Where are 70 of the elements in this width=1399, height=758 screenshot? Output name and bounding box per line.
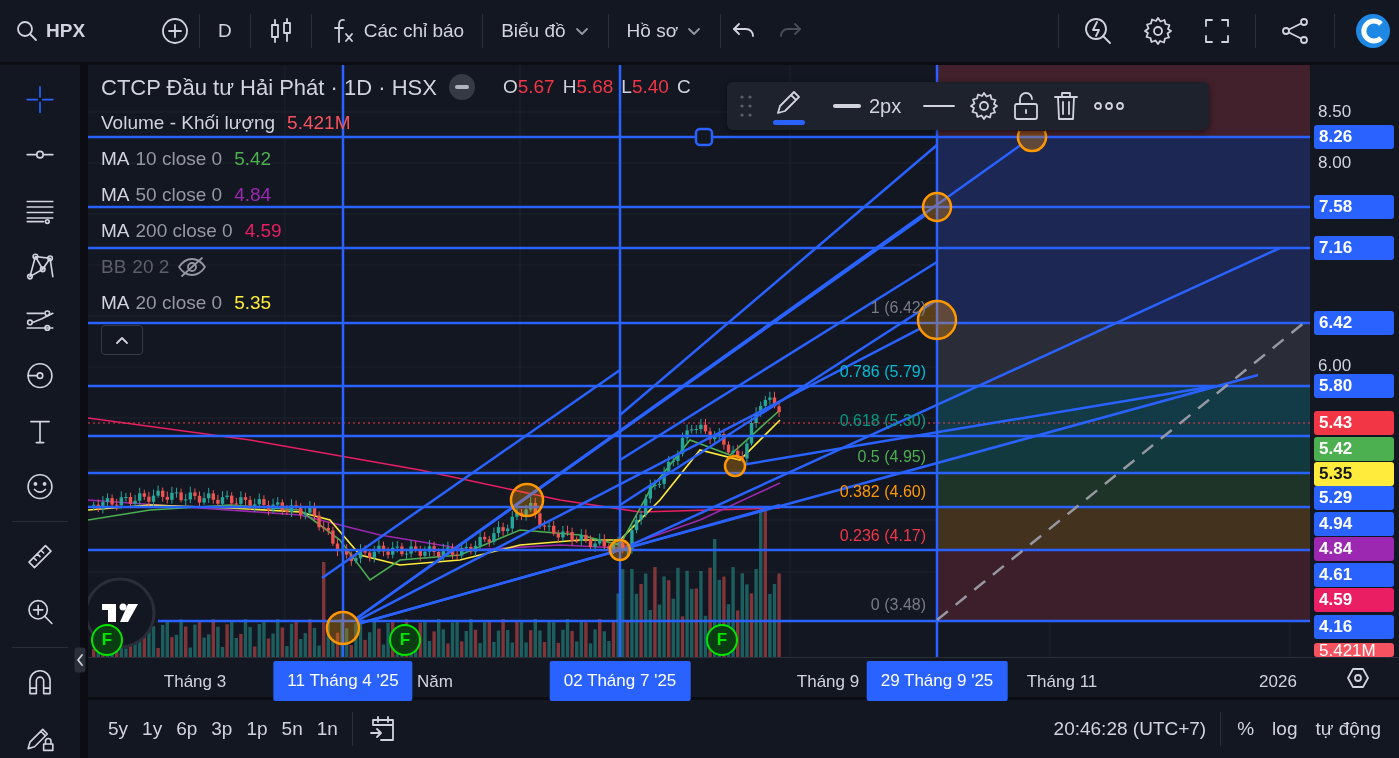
dropdown-menu-button[interactable]: Biểu đồ — [493, 10, 598, 52]
study-name: BB — [101, 254, 127, 279]
study-params: 200 close 0 — [135, 218, 233, 243]
time-label: 11 Tháng 4 '25 — [273, 661, 413, 701]
range-button[interactable]: 1p — [240, 710, 274, 748]
indicators-button[interactable]: Các chỉ báo — [321, 10, 473, 52]
price-badge: 6.42 — [1314, 311, 1394, 335]
range-button[interactable]: 1y — [136, 710, 169, 748]
time-label: Tháng 9 — [795, 671, 861, 693]
price-badge: 7.16 — [1314, 236, 1394, 260]
chart-title: CTCP Đầu tư Hải Phát · 1D · HSX — [101, 73, 437, 102]
study-name: MA — [101, 218, 130, 243]
time-label: 29 Tháng 9 '25 — [866, 661, 1008, 701]
study-name: MA — [101, 290, 130, 315]
time-label: Năm — [416, 671, 454, 693]
time-label: Tháng 11 — [1025, 671, 1099, 693]
event-marker[interactable]: F — [706, 624, 738, 656]
range-button[interactable]: 5y — [102, 710, 135, 748]
price-badge: 4.16 — [1314, 615, 1394, 639]
price-badge: 5.80 — [1314, 374, 1394, 398]
price-badge: 4.61 — [1314, 563, 1394, 587]
price-badge: 5.43 — [1314, 411, 1394, 435]
ohlc-value: O5.67 — [502, 74, 555, 99]
study-value: 5.35 — [234, 290, 272, 315]
price-badge: 8.26 — [1314, 125, 1394, 149]
price-badge: 4.59 — [1314, 588, 1394, 612]
fib-level-label: 0.786 (5.79) — [839, 362, 926, 382]
scale-button[interactable]: % — [1229, 710, 1263, 748]
ohlc-value: H5.68 — [562, 74, 614, 99]
price-badge: 5.42 — [1314, 437, 1394, 461]
study-params: 20 close 0 — [135, 290, 223, 315]
timezone-button[interactable]: 20:46:28 (UTC+7) — [1047, 710, 1213, 748]
study-name: MA — [101, 182, 130, 207]
scale-button[interactable]: tự động — [1307, 710, 1389, 748]
event-marker[interactable]: F — [389, 624, 421, 656]
price-badge: 7.58 — [1314, 195, 1394, 219]
price-badge: 5.421M — [1314, 643, 1394, 657]
range-button[interactable]: 5n — [275, 710, 309, 748]
price-badge: 5.35 — [1314, 462, 1394, 486]
range-button[interactable]: 1n — [310, 710, 344, 748]
event-marker[interactable]: F — [91, 624, 123, 656]
time-label: 02 Tháng 7 '25 — [549, 661, 691, 701]
ohlc-value: C — [676, 74, 691, 99]
symbol-search-button[interactable]: HPX — [8, 10, 94, 52]
ohlc-value: L5.40 — [621, 74, 669, 99]
line-width-button[interactable]: 2px — [825, 85, 910, 127]
price-badge: 4.94 — [1314, 512, 1394, 536]
price-tick: 8.00 — [1318, 152, 1352, 175]
fib-level-label: 0.5 (4.95) — [857, 447, 926, 467]
range-button[interactable]: 6p — [170, 710, 204, 748]
interval-button[interactable]: D — [210, 10, 240, 52]
time-label: 2026 — [1258, 671, 1298, 693]
fib-level-label: 0 (3.48) — [870, 595, 926, 615]
study-name: Volume - Khối lượng — [101, 110, 276, 135]
study-value: 4.59 — [244, 218, 282, 243]
study-params: 50 close 0 — [135, 182, 223, 207]
fib-level-label: 0.236 (4.17) — [839, 526, 926, 546]
study-value: 4.84 — [234, 182, 272, 207]
scale-button[interactable]: log — [1264, 710, 1306, 748]
fib-level-label: 0.382 (4.60) — [839, 482, 926, 502]
study-params: 10 close 0 — [135, 146, 223, 171]
price-badge: 4.84 — [1314, 537, 1394, 561]
study-name: MA — [101, 146, 130, 171]
time-label: Tháng 3 — [162, 671, 228, 693]
price-tick: 8.50 — [1318, 101, 1352, 124]
study-params: 20 2 — [132, 254, 170, 279]
dropdown-menu-button[interactable]: Hồ sơ — [618, 10, 711, 52]
price-badge: 5.29 — [1314, 486, 1394, 510]
range-button[interactable]: 3p — [205, 710, 239, 748]
study-value: 5.42 — [234, 146, 272, 171]
